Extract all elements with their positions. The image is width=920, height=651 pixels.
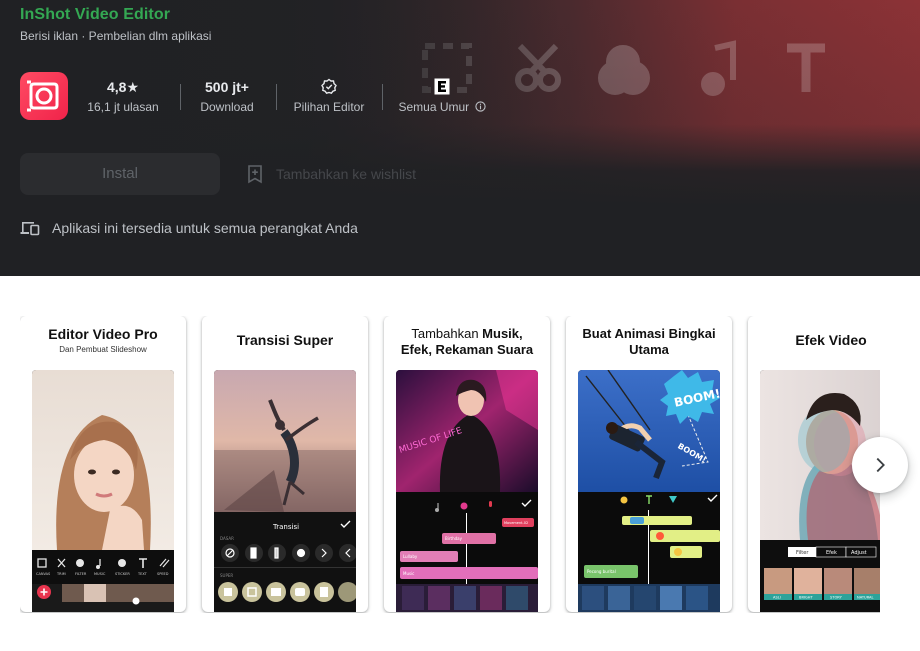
screenshot-title: Transisi Super — [236, 332, 334, 348]
svg-text:Pecong burital: Pecong burital — [587, 569, 616, 574]
chevron-right-icon — [876, 457, 885, 473]
screenshot-image: MUSIC OF LIFE Movement-02 Birthday Lulla… — [396, 370, 538, 612]
bookmark-add-icon — [248, 165, 262, 184]
svg-text:CANVAS: CANVAS — [36, 572, 51, 576]
rating-stat[interactable]: 4,8★ 16,1 jt ulasan — [82, 78, 164, 114]
svg-text:Music: Music — [403, 571, 414, 576]
screenshot-image: Filter Efek Adjust ASLI BRIGHT STORY NAT… — [760, 370, 880, 612]
screenshot-carousel[interactable]: Editor Video Pro Dan Pembuat Slideshow C… — [20, 316, 880, 613]
stat-divider — [180, 84, 181, 110]
screenshot-title: Editor Video Pro — [48, 326, 158, 342]
svg-text:TRIM: TRIM — [56, 572, 66, 576]
svg-text:Filter: Filter — [796, 550, 809, 556]
app-subtitle: Berisi iklan · Pembelian dlm aplikasi — [20, 29, 212, 43]
svg-text:NATURAL: NATURAL — [857, 596, 874, 600]
wishlist-label: Tambahkan ke wishlist — [276, 166, 417, 182]
screenshot-image: CANVAS TRIM FILTER MUSIC STICKER TEXT SPEED — [32, 370, 174, 612]
svg-text:SUPER: SUPER — [220, 573, 233, 578]
content-rating-stat[interactable]: Semua Umur — [394, 78, 490, 114]
stat-divider — [276, 84, 277, 110]
svg-text:MUSIC: MUSIC — [94, 572, 106, 576]
svg-text:Adjust: Adjust — [851, 550, 867, 556]
screenshot-card[interactable]: Editor Video Pro Dan Pembuat Slideshow C… — [20, 316, 186, 612]
rating-value: 4,8★ — [106, 79, 139, 95]
device-availability: Aplikasi ini tersedia untuk semua perang… — [20, 220, 358, 236]
carousel-next-button[interactable] — [852, 437, 908, 493]
svg-text:ASLI: ASLI — [773, 596, 781, 600]
svg-text:Birthday: Birthday — [445, 536, 463, 541]
svg-text:Lullaby: Lullaby — [403, 554, 418, 559]
inshot-logo-icon — [20, 72, 68, 120]
editors-choice-badge-icon — [321, 78, 337, 95]
screenshot-title: Buat Animasi Bingkai Utama — [582, 326, 716, 357]
downloads-value: 500 jt+ — [205, 79, 249, 95]
screenshot-subtitle: Dan Pembuat Slideshow — [59, 345, 147, 354]
svg-text:Efek: Efek — [826, 550, 837, 556]
svg-text:DASAR: DASAR — [220, 536, 234, 541]
info-icon[interactable] — [474, 101, 486, 112]
devices-label: Aplikasi ini tersedia untuk semua perang… — [52, 220, 358, 236]
svg-text:FILTER: FILTER — [75, 572, 87, 576]
rating-e-icon — [434, 78, 450, 95]
svg-text:STORY: STORY — [830, 596, 843, 600]
svg-text:Movement-02: Movement-02 — [504, 521, 528, 525]
devices-icon — [20, 222, 40, 236]
screenshot-image: Transisi DASAR SUPER — [214, 370, 356, 612]
screenshot-image: BOOM! BOOM! Pecong burital — [578, 370, 720, 612]
editors-choice-label: Pilihan Editor — [293, 100, 365, 114]
app-header: InShot Video Editor Berisi iklan · Pembe… — [0, 0, 920, 276]
screenshot-title: Efek Video — [795, 332, 867, 348]
screenshot-title: Tambahkan Musik, Efek, Rekaman Suara — [400, 326, 534, 357]
svg-text:SPEED: SPEED — [157, 572, 169, 576]
svg-text:BRIGHT: BRIGHT — [799, 596, 814, 600]
screenshot-card[interactable]: Tambahkan Musik, Efek, Rekaman Suara MUS… — [384, 316, 550, 612]
downloads-stat: 500 jt+ Download — [192, 78, 262, 114]
app-title[interactable]: InShot Video Editor — [20, 6, 170, 24]
svg-text:STICKER: STICKER — [115, 572, 130, 576]
svg-text:TEXT: TEXT — [137, 572, 148, 576]
stat-divider — [382, 84, 383, 110]
editors-choice-stat[interactable]: Pilihan Editor — [288, 78, 370, 114]
install-button[interactable]: Instal — [20, 153, 220, 195]
transition-panel-title: Transisi — [272, 523, 299, 531]
screenshot-card[interactable]: Transisi Super Transisi DASAR SUPER — [202, 316, 368, 612]
wishlist-button[interactable]: Tambahkan ke wishlist — [246, 163, 416, 185]
screenshot-card[interactable]: Buat Animasi Bingkai Utama BOOM! BOOM! P… — [566, 316, 732, 612]
content-rating-label: Semua Umur — [398, 100, 470, 114]
review-count: 16,1 jt ulasan — [87, 100, 159, 114]
downloads-label: Download — [200, 100, 254, 114]
